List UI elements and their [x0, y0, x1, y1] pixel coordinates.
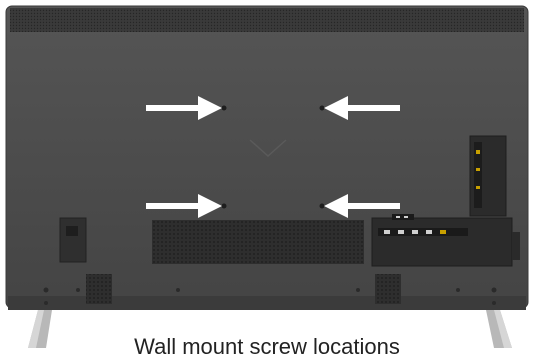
mount-hole-bottom-left [221, 203, 227, 209]
bottom-trim [8, 296, 526, 310]
power-recess [59, 217, 87, 263]
small-vent-right [375, 274, 401, 304]
mount-hole-bottom-right [319, 203, 325, 209]
small-vent-left [86, 274, 112, 304]
mount-hole-top-right [319, 105, 325, 111]
lower-vent [152, 220, 364, 264]
figure-caption: Wall mount screw locations [134, 334, 400, 359]
tv-back-illustration [0, 0, 534, 349]
top-vent [10, 8, 524, 32]
bottom-port-panel [371, 217, 513, 267]
mount-hole-top-left [221, 105, 227, 111]
